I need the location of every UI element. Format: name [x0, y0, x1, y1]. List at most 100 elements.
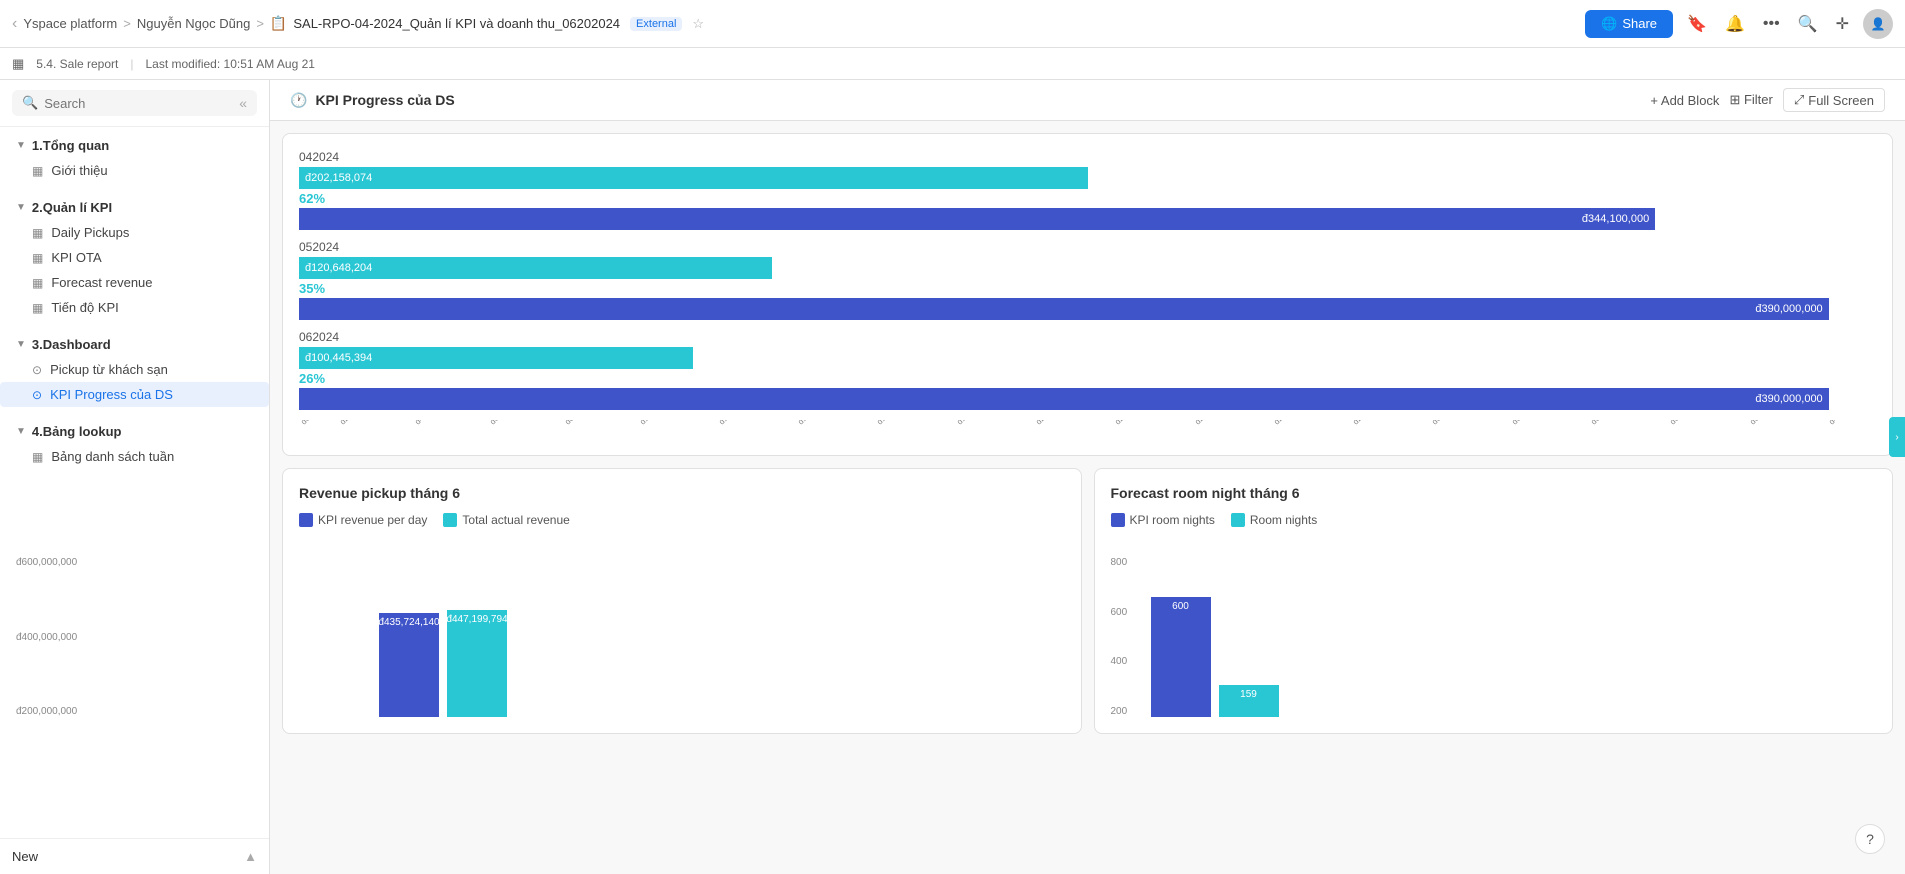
sidebar-item-daily-pickups[interactable]: ▦ Daily Pickups	[0, 220, 269, 245]
target-bar-track: đ390,000,000	[299, 298, 1876, 320]
sidebar-item-pickup-khach-san[interactable]: ⊙ Pickup từ khách sạn	[0, 357, 269, 382]
group-label-tong-quan: 1.Tổng quan	[32, 138, 109, 153]
x-label: đ380,000,000	[1748, 420, 1789, 426]
target-bar: đ390,000,000	[299, 298, 1829, 320]
table-icon: ▦	[32, 301, 43, 315]
x-label: đ60,000,000	[488, 420, 526, 426]
actual-bar: đ202,158,074	[299, 167, 1088, 189]
x-label: đ240,000,000	[1193, 420, 1234, 426]
chevron-up-icon[interactable]: ▲	[244, 849, 257, 864]
forecast-chart-area: 800 600 400 200 600 159	[1111, 537, 1877, 717]
kpi-bar: đ435,724,140	[379, 613, 439, 717]
legend-dot-kpi	[299, 513, 313, 527]
sidebar-item-tien-do-kpi[interactable]: ▦ Tiến độ KPI	[0, 295, 269, 320]
y-label: 800	[1111, 557, 1128, 568]
platform-link[interactable]: Yspace platform	[23, 16, 117, 31]
page-header-left: 🕐 KPI Progress của DS	[290, 92, 455, 109]
revenue-chart-title: Revenue pickup tháng 6	[299, 485, 1065, 501]
target-bar-value: đ390,000,000	[1749, 393, 1828, 405]
collapse-icon[interactable]: «	[239, 95, 247, 111]
add-block-button[interactable]: + Add Block	[1650, 93, 1719, 108]
doc-name: 5.4. Sale report	[36, 57, 118, 71]
table-icon: ▦	[32, 276, 43, 290]
group-header-dashboard[interactable]: ▼ 3.Dashboard	[0, 332, 269, 357]
sidebar-item-kpi-progress[interactable]: ⊙ KPI Progress của DS	[0, 382, 269, 407]
bar-row-042024: 042024 đ202,158,074 62% đ344,100,000	[299, 150, 1876, 230]
x-label: đ160,000,000	[875, 420, 916, 426]
bell-icon[interactable]: 🔔	[1721, 10, 1749, 38]
sidebar-item-bang-danh-sach[interactable]: ▦ Bảng danh sách tuần	[0, 444, 269, 469]
help-button[interactable]: ?	[1855, 824, 1885, 854]
new-button[interactable]: New	[12, 849, 38, 864]
legend-dot-kpi-room	[1111, 513, 1125, 527]
share-button[interactable]: 🌐 Share	[1585, 10, 1673, 38]
x-label: đ280,000,000	[1351, 420, 1392, 426]
actual-bar-track: đ202,158,074	[299, 167, 1876, 189]
pct-label: 35%	[299, 281, 1876, 296]
actual-bar-value: đ100,445,394	[299, 352, 378, 364]
more-icon[interactable]: •••	[1759, 11, 1784, 37]
sidebar-item-gioi-thieu[interactable]: ▦ Giới thiệu	[0, 158, 269, 183]
revenue-chart-area: đ600,000,000 đ400,000,000 đ200,000,000 đ…	[299, 537, 1065, 717]
sidebar-footer: New ▲	[0, 838, 269, 874]
kpi-room-bar-value: 600	[1172, 601, 1189, 612]
group-label-quan-li-kpi: 2.Quản lí KPI	[32, 200, 112, 215]
fullscreen-label: Full Screen	[1808, 93, 1874, 108]
main-layout: 🔍 « ▼ 1.Tổng quan ▦ Giới thiệu ▼ 2.Quản …	[0, 80, 1905, 874]
group-header-quan-li-kpi[interactable]: ▼ 2.Quản lí KPI	[0, 195, 269, 220]
x-label: đ80,000,000	[563, 420, 601, 426]
sidebar-item-kpi-ota[interactable]: ▦ KPI OTA	[0, 245, 269, 270]
bar-row-052024: 052024 đ120,648,204 35% đ390,000,000	[299, 240, 1876, 320]
group-header-bang-lookup[interactable]: ▼ 4.Bảng lookup	[0, 419, 269, 444]
avatar[interactable]: 👤	[1863, 9, 1893, 39]
x-axis: đ0 đ20,000,000 đ40,000,000 đ60,000,000 đ…	[299, 420, 1876, 429]
globe-icon: 🌐	[1601, 16, 1617, 32]
legend-label-actual: Total actual revenue	[462, 513, 569, 527]
chevron-down-icon: ▼	[16, 339, 26, 350]
x-label: đ320,000,000	[1510, 420, 1551, 426]
sidebar-item-forecast-revenue[interactable]: ▦ Forecast revenue	[0, 270, 269, 295]
search-input[interactable]	[44, 96, 233, 111]
user-link[interactable]: Nguyễn Ngọc Dũng	[137, 16, 250, 31]
group-header-tong-quan[interactable]: ▼ 1.Tổng quan	[0, 133, 269, 158]
x-label: đ340,000,000	[1589, 420, 1630, 426]
subtopbar: ▦ 5.4. Sale report | Last modified: 10:5…	[0, 48, 1905, 80]
y-axis-labels: 800 600 400 200	[1111, 557, 1128, 717]
add-icon[interactable]: ✛	[1832, 10, 1853, 38]
clock-icon: ⊙	[32, 388, 42, 402]
actual-bar-value: đ447,199,794	[446, 614, 507, 625]
fullscreen-button[interactable]: ⤢ Full Screen	[1783, 88, 1885, 112]
x-label: đ0	[299, 420, 312, 426]
separator: |	[130, 57, 133, 71]
x-label: đ120,000,000	[717, 420, 758, 426]
star-icon[interactable]: ☆	[692, 16, 704, 32]
sidebar-group-2: ▼ 2.Quản lí KPI ▦ Daily Pickups ▦ KPI OT…	[0, 189, 269, 326]
topbar-left: ‹ Yspace platform > Nguyễn Ngọc Dũng > 📋…	[12, 15, 704, 33]
actual-bar-track: đ100,445,394	[299, 347, 1876, 369]
search-input-wrapper[interactable]: 🔍 «	[12, 90, 257, 116]
actual-bar: đ447,199,794	[447, 610, 507, 717]
x-label: đ300,000,000	[1430, 420, 1471, 426]
sidebar-item-label: Giới thiệu	[51, 163, 107, 178]
target-bar-value: đ344,100,000	[1576, 213, 1655, 225]
actual-room-bar-value: 159	[1240, 689, 1257, 700]
revenue-chart-legend: KPI revenue per day Total actual revenue	[299, 513, 1065, 527]
chevron-down-icon: ▼	[16, 140, 26, 151]
actual-bar-group: đ447,199,794	[447, 557, 507, 717]
x-label: đ20,000,000	[338, 420, 376, 426]
right-edge-indicator[interactable]: ›	[1889, 417, 1905, 457]
period-label: 042024	[299, 150, 1876, 164]
back-icon[interactable]: ‹	[12, 15, 17, 33]
filter-button[interactable]: ⊞ Filter	[1729, 92, 1772, 108]
bookmark-icon[interactable]: 🔖	[1683, 10, 1711, 38]
forecast-chart-legend: KPI room nights Room nights	[1111, 513, 1877, 527]
search-icon[interactable]: 🔍	[1794, 10, 1822, 38]
legend-dot-actual	[443, 513, 457, 527]
x-label: đ140,000,000	[796, 420, 837, 426]
sidebar-search-container: 🔍 «	[0, 80, 269, 127]
sidebar-group-3: ▼ 3.Dashboard ⊙ Pickup từ khách sạn ⊙ KP…	[0, 326, 269, 413]
period-label: 062024	[299, 330, 1876, 344]
target-bar-track: đ390,000,000	[299, 388, 1876, 410]
legend-label-kpi-room: KPI room nights	[1130, 513, 1215, 527]
page-icon: 📋	[270, 15, 287, 32]
